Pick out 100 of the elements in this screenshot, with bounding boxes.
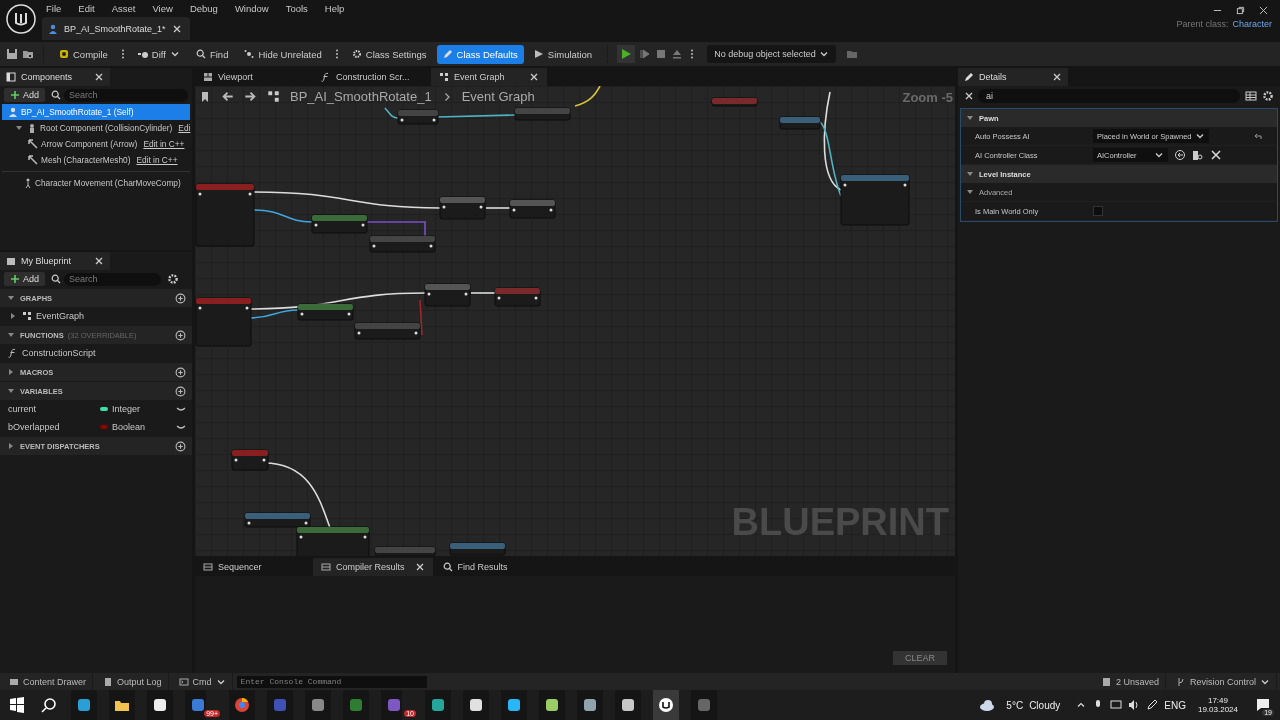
stop-icon[interactable]	[655, 48, 668, 60]
play-icon[interactable]	[617, 45, 636, 63]
close-icon[interactable]	[94, 72, 104, 82]
editor-tab[interactable]: Event Graph	[431, 68, 547, 86]
tree-item[interactable]: Mesh (CharacterMesh0)	[28, 155, 131, 165]
graph-node[interactable]	[449, 542, 506, 556]
tree-item[interactable]: BP_AI_SmoothRotate_1 (Self)	[2, 104, 190, 120]
graph-node[interactable]	[195, 183, 255, 247]
clock-date[interactable]: 19.03.2024	[1197, 705, 1238, 714]
pen-icon[interactable]	[1146, 699, 1159, 711]
tree-item[interactable]: Character Movement (CharMoveComp)	[0, 175, 192, 191]
taskbar-app-icon[interactable]	[463, 690, 489, 720]
toolbar-button[interactable]: Hide Unrelated	[238, 44, 328, 64]
menu-item[interactable]: Tools	[285, 3, 308, 14]
blueprint-item[interactable]: EventGraph	[36, 311, 124, 321]
add-circle-icon[interactable]	[175, 292, 186, 304]
clear-icon[interactable]	[1210, 149, 1222, 161]
panel-tab[interactable]: Find Results	[434, 558, 551, 576]
clear-search-icon[interactable]	[964, 91, 974, 101]
graph-node[interactable]	[311, 214, 368, 234]
speaker-icon[interactable]	[1128, 699, 1141, 711]
taskbar-app-icon[interactable]	[653, 690, 679, 720]
add-circle-icon[interactable]	[175, 329, 186, 341]
close-icon[interactable]	[414, 562, 425, 572]
edit-link[interactable]: Edit in C++	[136, 155, 178, 165]
graph-node[interactable]	[439, 196, 486, 220]
monitor-icon[interactable]	[1110, 699, 1123, 711]
graph-node[interactable]	[297, 303, 354, 321]
edit-link[interactable]: Edi	[178, 123, 191, 133]
tree-item[interactable]: Root Component (CollisionCylinder)	[27, 123, 173, 133]
menu-item[interactable]: Help	[324, 3, 345, 14]
weather-condition[interactable]: Cloudy	[1029, 699, 1061, 711]
taskbar-app-icon[interactable]	[501, 690, 527, 720]
chevron-up-icon[interactable]	[1076, 700, 1087, 710]
graph-node[interactable]	[354, 322, 421, 340]
back-icon[interactable]	[221, 90, 234, 103]
toolbar-button[interactable]: Class Defaults	[436, 44, 524, 64]
graph-node[interactable]	[494, 287, 541, 307]
forward-icon[interactable]	[244, 90, 257, 103]
close-icon[interactable]	[94, 256, 104, 266]
edit-link[interactable]: Edit in C++	[143, 139, 185, 149]
search-field[interactable]: Search	[64, 272, 161, 286]
panel-tab[interactable]: My Blueprint	[0, 252, 110, 270]
step-icon[interactable]	[639, 48, 652, 60]
toolbar-button[interactable]: Simulation	[527, 44, 599, 64]
checkbox[interactable]	[1093, 206, 1103, 216]
search-field[interactable]: ai	[978, 89, 1240, 103]
blueprint-item[interactable]: bOverlapped	[8, 422, 96, 432]
graph-node[interactable]	[509, 199, 556, 219]
settings-icon[interactable]	[1262, 90, 1274, 102]
debug-object-dropdown[interactable]: No debug object selected	[707, 45, 836, 63]
restore-icon[interactable]	[1236, 6, 1245, 15]
graph-node[interactable]	[514, 107, 571, 121]
tree-item[interactable]: Arrow Component (Arrow)	[28, 139, 138, 149]
taskbar-app-icon[interactable]	[615, 690, 641, 720]
search-field[interactable]: Search	[64, 88, 188, 102]
folder-search-icon[interactable]	[22, 48, 34, 60]
menu-item[interactable]: File	[46, 3, 62, 14]
add-circle-icon[interactable]	[175, 385, 186, 397]
graph-node[interactable]	[779, 116, 821, 130]
add-button[interactable]: Add	[4, 272, 45, 286]
settings-icon[interactable]	[167, 273, 179, 285]
taskbar-app-icon[interactable]	[425, 690, 451, 720]
table-icon[interactable]	[1245, 90, 1257, 102]
variable-type[interactable]: Boolean	[112, 422, 146, 432]
menu-item[interactable]: View	[152, 3, 173, 14]
graph-node[interactable]	[711, 97, 758, 107]
menu-item[interactable]: Window	[234, 3, 269, 14]
editor-tab[interactable]: Construction Scr...	[313, 68, 429, 86]
taskbar-app-icon[interactable]	[539, 690, 565, 720]
temperature[interactable]: 5°C	[1006, 699, 1024, 711]
editor-tab[interactable]: Viewport	[195, 68, 311, 86]
panel-tab[interactable]: Compiler Results	[313, 558, 433, 576]
graph-node[interactable]	[369, 235, 436, 253]
reset-icon[interactable]	[1253, 131, 1263, 141]
browse-icon[interactable]	[1192, 149, 1204, 161]
close-icon[interactable]	[171, 23, 182, 34]
graph-node[interactable]	[244, 512, 311, 528]
use-selected-icon[interactable]	[1174, 149, 1186, 161]
taskbar-app-icon[interactable]	[229, 690, 255, 720]
toolbar-button[interactable]: Class Settings	[345, 44, 433, 64]
add-circle-icon[interactable]	[175, 440, 186, 452]
taskbar-app-icon[interactable]	[71, 690, 97, 720]
language-indicator[interactable]: ENG	[1164, 699, 1186, 711]
parent-class-link[interactable]: Character	[1232, 19, 1272, 29]
console-field[interactable]: Enter Console Command	[236, 675, 427, 688]
panel-tab[interactable]: Components	[0, 68, 110, 86]
graph-node[interactable]	[840, 174, 910, 226]
close-icon[interactable]	[529, 72, 539, 82]
clock-time[interactable]: 17:49	[1207, 696, 1228, 705]
document-tab[interactable]: BP_AI_SmoothRotate_1*	[42, 17, 190, 40]
menu-item[interactable]: Debug	[189, 3, 218, 14]
breadcrumb-link[interactable]: BP_AI_SmoothRotate_1	[290, 89, 432, 104]
graph-node[interactable]	[397, 109, 439, 125]
taskbar-app-icon[interactable]	[577, 690, 603, 720]
graph-node[interactable]	[231, 449, 269, 471]
menu-item[interactable]: Edit	[78, 3, 95, 14]
bookmark-icon[interactable]	[199, 90, 211, 103]
panel-tab[interactable]: Sequencer	[195, 558, 311, 576]
add-button[interactable]: Add	[4, 88, 45, 102]
